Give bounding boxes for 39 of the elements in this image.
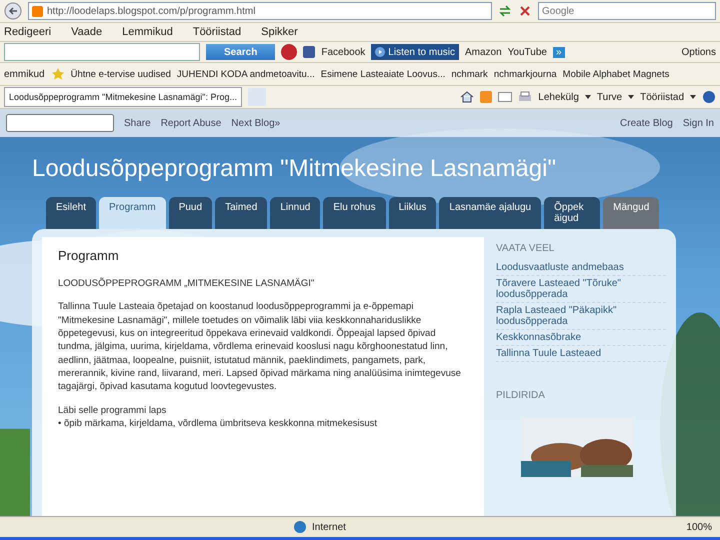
menu-item[interactable]: Lemmikud: [122, 26, 173, 38]
refresh-icon[interactable]: [498, 4, 512, 18]
toolbar-link[interactable]: YouTube: [508, 46, 547, 58]
toolbar-search-field[interactable]: [4, 43, 200, 61]
address-field[interactable]: http://loodelaps.blogspot.com/p/programm.html: [28, 2, 492, 20]
menu-item[interactable]: Redigeeri: [4, 26, 52, 38]
browser-tab[interactable]: Loodusõppeprogramm "Mitmekesine Lasnamägi": Prog...: [4, 87, 242, 107]
favorite-link[interactable]: nchmark: [451, 68, 488, 80]
search-button[interactable]: Search: [206, 44, 276, 60]
music-player[interactable]: Listen to music: [371, 44, 459, 60]
more-button[interactable]: »: [552, 46, 565, 58]
back-icon[interactable]: [4, 2, 22, 20]
close-icon[interactable]: [518, 4, 532, 18]
menu-item[interactable]: Spikker: [261, 26, 298, 38]
options-button[interactable]: Options: [682, 46, 716, 58]
caret-icon[interactable]: [584, 95, 591, 99]
command-button[interactable]: Turve: [596, 92, 622, 102]
command-button[interactable]: Tööriistad: [640, 92, 684, 102]
home-icon[interactable]: [460, 90, 474, 104]
favorite-link[interactable]: Esimene Lasteaiate Loovus...: [320, 68, 446, 80]
toolbar-link[interactable]: Facebook: [321, 46, 366, 58]
star-icon[interactable]: [50, 67, 65, 81]
play-icon[interactable]: [375, 47, 386, 57]
favorite-link[interactable]: nchmarkjourna: [494, 68, 557, 80]
mail-icon[interactable]: [498, 92, 512, 102]
printer-icon[interactable]: [518, 91, 532, 103]
favorite-link[interactable]: Mobile Alphabet Magnets: [562, 68, 670, 80]
caret-icon[interactable]: [690, 95, 696, 99]
menu-item[interactable]: Vaade: [71, 26, 102, 38]
zone-text: Internet: [312, 522, 346, 532]
caret-icon[interactable]: [628, 95, 634, 99]
search-field[interactable]: Google: [538, 2, 716, 20]
favorite-link[interactable]: JUHENDI KODA andmetoavitu...: [176, 68, 315, 80]
toolbar-link[interactable]: Amazon: [464, 46, 502, 58]
menu-item[interactable]: Tööriistad: [192, 26, 242, 38]
favorite-link[interactable]: Ühtne e-tervise uudised: [70, 68, 171, 80]
favorites-label[interactable]: emmikud: [4, 68, 45, 80]
zoom-button[interactable]: 100%: [686, 522, 712, 532]
command-button[interactable]: Lehekülg: [538, 92, 579, 102]
